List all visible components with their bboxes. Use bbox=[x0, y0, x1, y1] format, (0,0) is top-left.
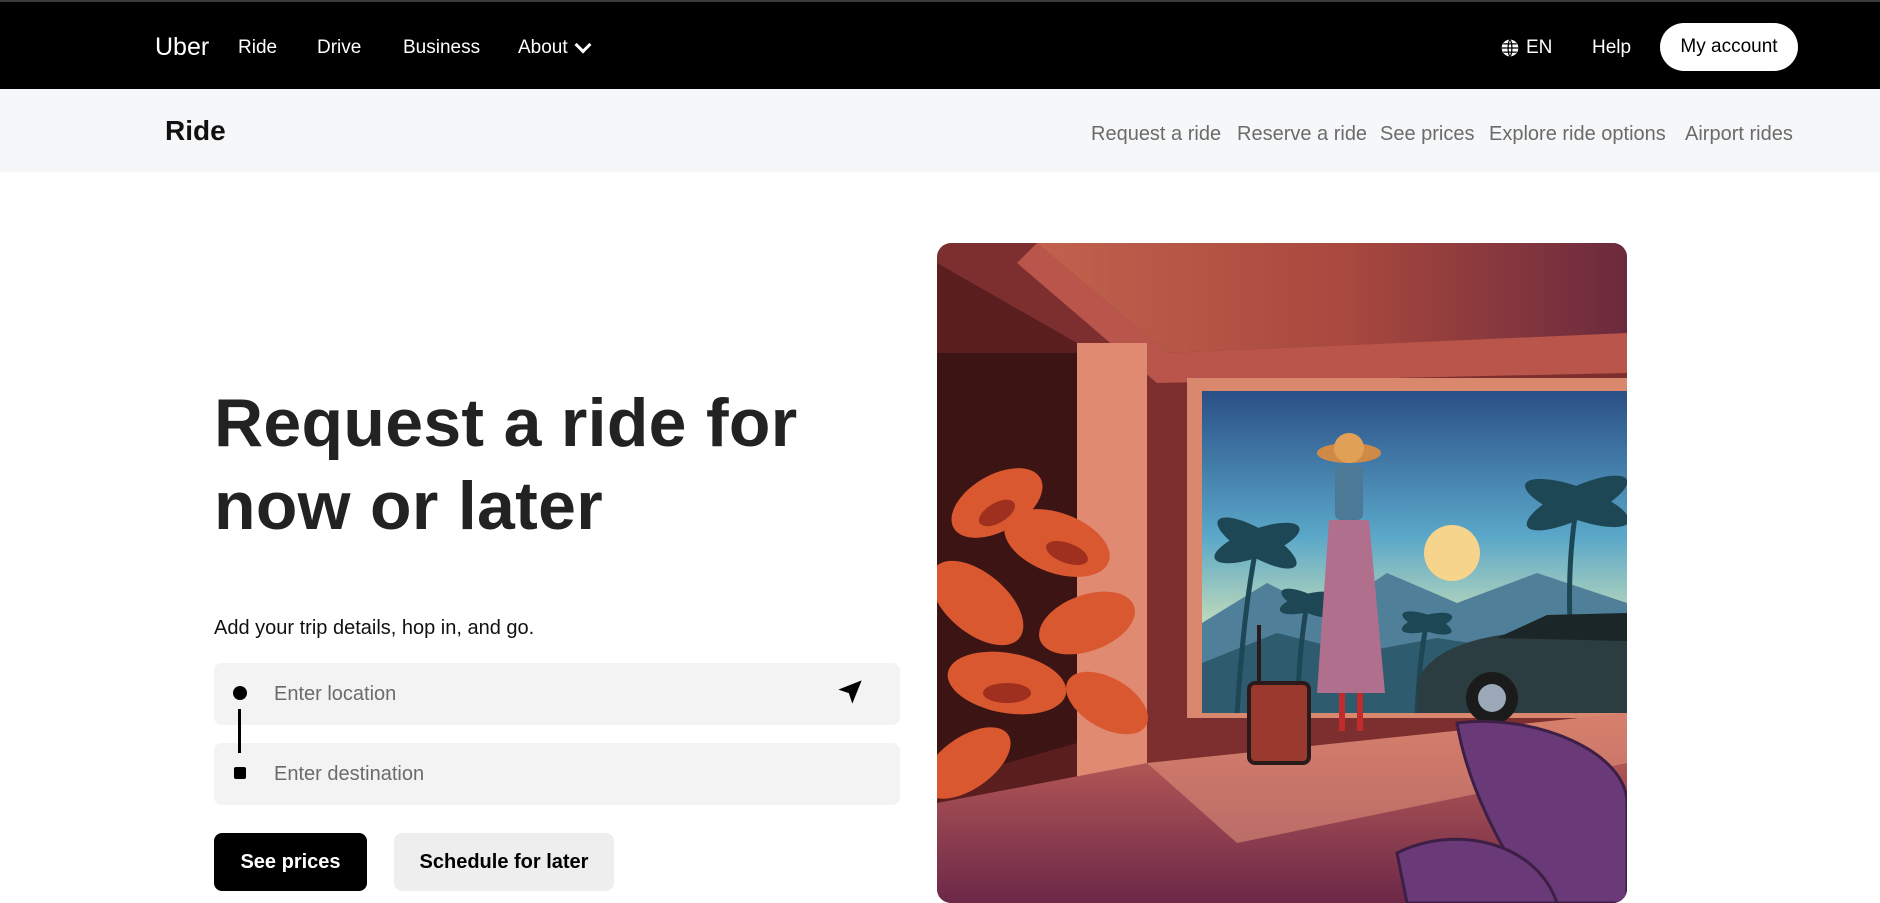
pickup-dot-icon bbox=[233, 686, 247, 700]
destination-field bbox=[214, 743, 900, 805]
subnav-see-prices[interactable]: See prices bbox=[1380, 123, 1475, 146]
nav-ride[interactable]: Ride bbox=[238, 37, 277, 59]
nav-about[interactable]: About bbox=[518, 36, 592, 59]
nav-business[interactable]: Business bbox=[403, 37, 480, 59]
subnav-explore-ride-options[interactable]: Explore ride options bbox=[1489, 123, 1666, 146]
route-connector-line bbox=[238, 709, 241, 753]
chevron-down-icon bbox=[574, 36, 592, 54]
hero-subtext: Add your trip details, hop in, and go. bbox=[214, 617, 535, 639]
uber-logo[interactable]: Uber bbox=[155, 33, 209, 62]
location-field bbox=[214, 663, 900, 725]
location-input[interactable] bbox=[274, 663, 834, 725]
subnav-airport-rides[interactable]: Airport rides bbox=[1685, 123, 1793, 146]
my-account-button[interactable]: My account bbox=[1660, 23, 1798, 71]
subnav-request-a-ride[interactable]: Request a ride bbox=[1091, 123, 1221, 146]
nav-drive[interactable]: Drive bbox=[317, 37, 361, 59]
subnav-title[interactable]: Ride bbox=[165, 115, 226, 147]
language-selector[interactable]: EN bbox=[1500, 37, 1552, 59]
schedule-for-later-button[interactable]: Schedule for later bbox=[394, 833, 614, 891]
language-label: EN bbox=[1526, 37, 1553, 58]
ride-subnav: Ride Request a ride Reserve a ride See p… bbox=[0, 89, 1880, 172]
help-link[interactable]: Help bbox=[1592, 37, 1631, 59]
top-navigation: Uber Ride Drive Business About EN Help M… bbox=[0, 0, 1880, 89]
hero-illustration bbox=[937, 243, 1627, 903]
destination-square-icon bbox=[234, 767, 246, 779]
page-headline: Request a ride for now or later bbox=[214, 385, 798, 544]
globe-icon bbox=[1501, 39, 1519, 57]
subnav-reserve-a-ride[interactable]: Reserve a ride bbox=[1237, 123, 1367, 146]
see-prices-button[interactable]: See prices bbox=[214, 833, 367, 891]
destination-input[interactable] bbox=[274, 743, 834, 805]
nav-about-label: About bbox=[518, 37, 568, 58]
navigation-arrow-icon[interactable] bbox=[836, 678, 864, 706]
